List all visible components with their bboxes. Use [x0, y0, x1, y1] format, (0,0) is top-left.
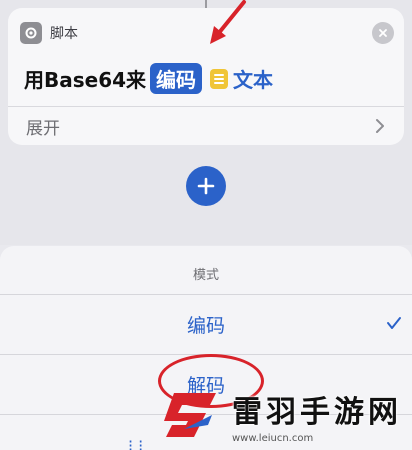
- add-action-button[interactable]: [186, 166, 226, 206]
- expand-label: 展开: [26, 118, 60, 139]
- input-token-label: 文本: [233, 68, 274, 92]
- watermark: 雷羽手游网 www.leiucn.com: [160, 380, 412, 450]
- app-name: 脚本: [50, 26, 78, 42]
- watermark-url: www.leiucn.com: [232, 432, 314, 444]
- gear-icon: [20, 22, 42, 44]
- watermark-logo-icon: [164, 393, 216, 437]
- option-encode-label: 编码: [186, 314, 225, 337]
- input-token[interactable]: 文本: [210, 64, 273, 93]
- chevron-right-icon: [376, 119, 384, 133]
- expand-row[interactable]: 展开: [8, 107, 404, 145]
- action-prefix: 用Base64来: [24, 68, 147, 92]
- option-encode[interactable]: 编码: [0, 295, 412, 353]
- text-doc-icon: [210, 68, 229, 89]
- checkmark-icon: [387, 317, 401, 329]
- sheet-title: 模式: [192, 268, 219, 283]
- close-button[interactable]: [372, 22, 394, 44]
- mode-token[interactable]: 编码: [150, 63, 203, 94]
- watermark-title: 雷羽手游网: [232, 394, 402, 430]
- action-description: 用Base64来 编码 文本: [24, 63, 273, 94]
- close-icon: [379, 29, 387, 37]
- watermark-text: 雷羽手游网 www.leiucn.com: [232, 387, 402, 444]
- card-header: 脚本: [20, 22, 78, 44]
- annotation-arrow-icon: [210, 0, 246, 44]
- sheet-footer-item[interactable]: ⁝ ⁝: [128, 436, 143, 450]
- plus-icon: [197, 177, 215, 195]
